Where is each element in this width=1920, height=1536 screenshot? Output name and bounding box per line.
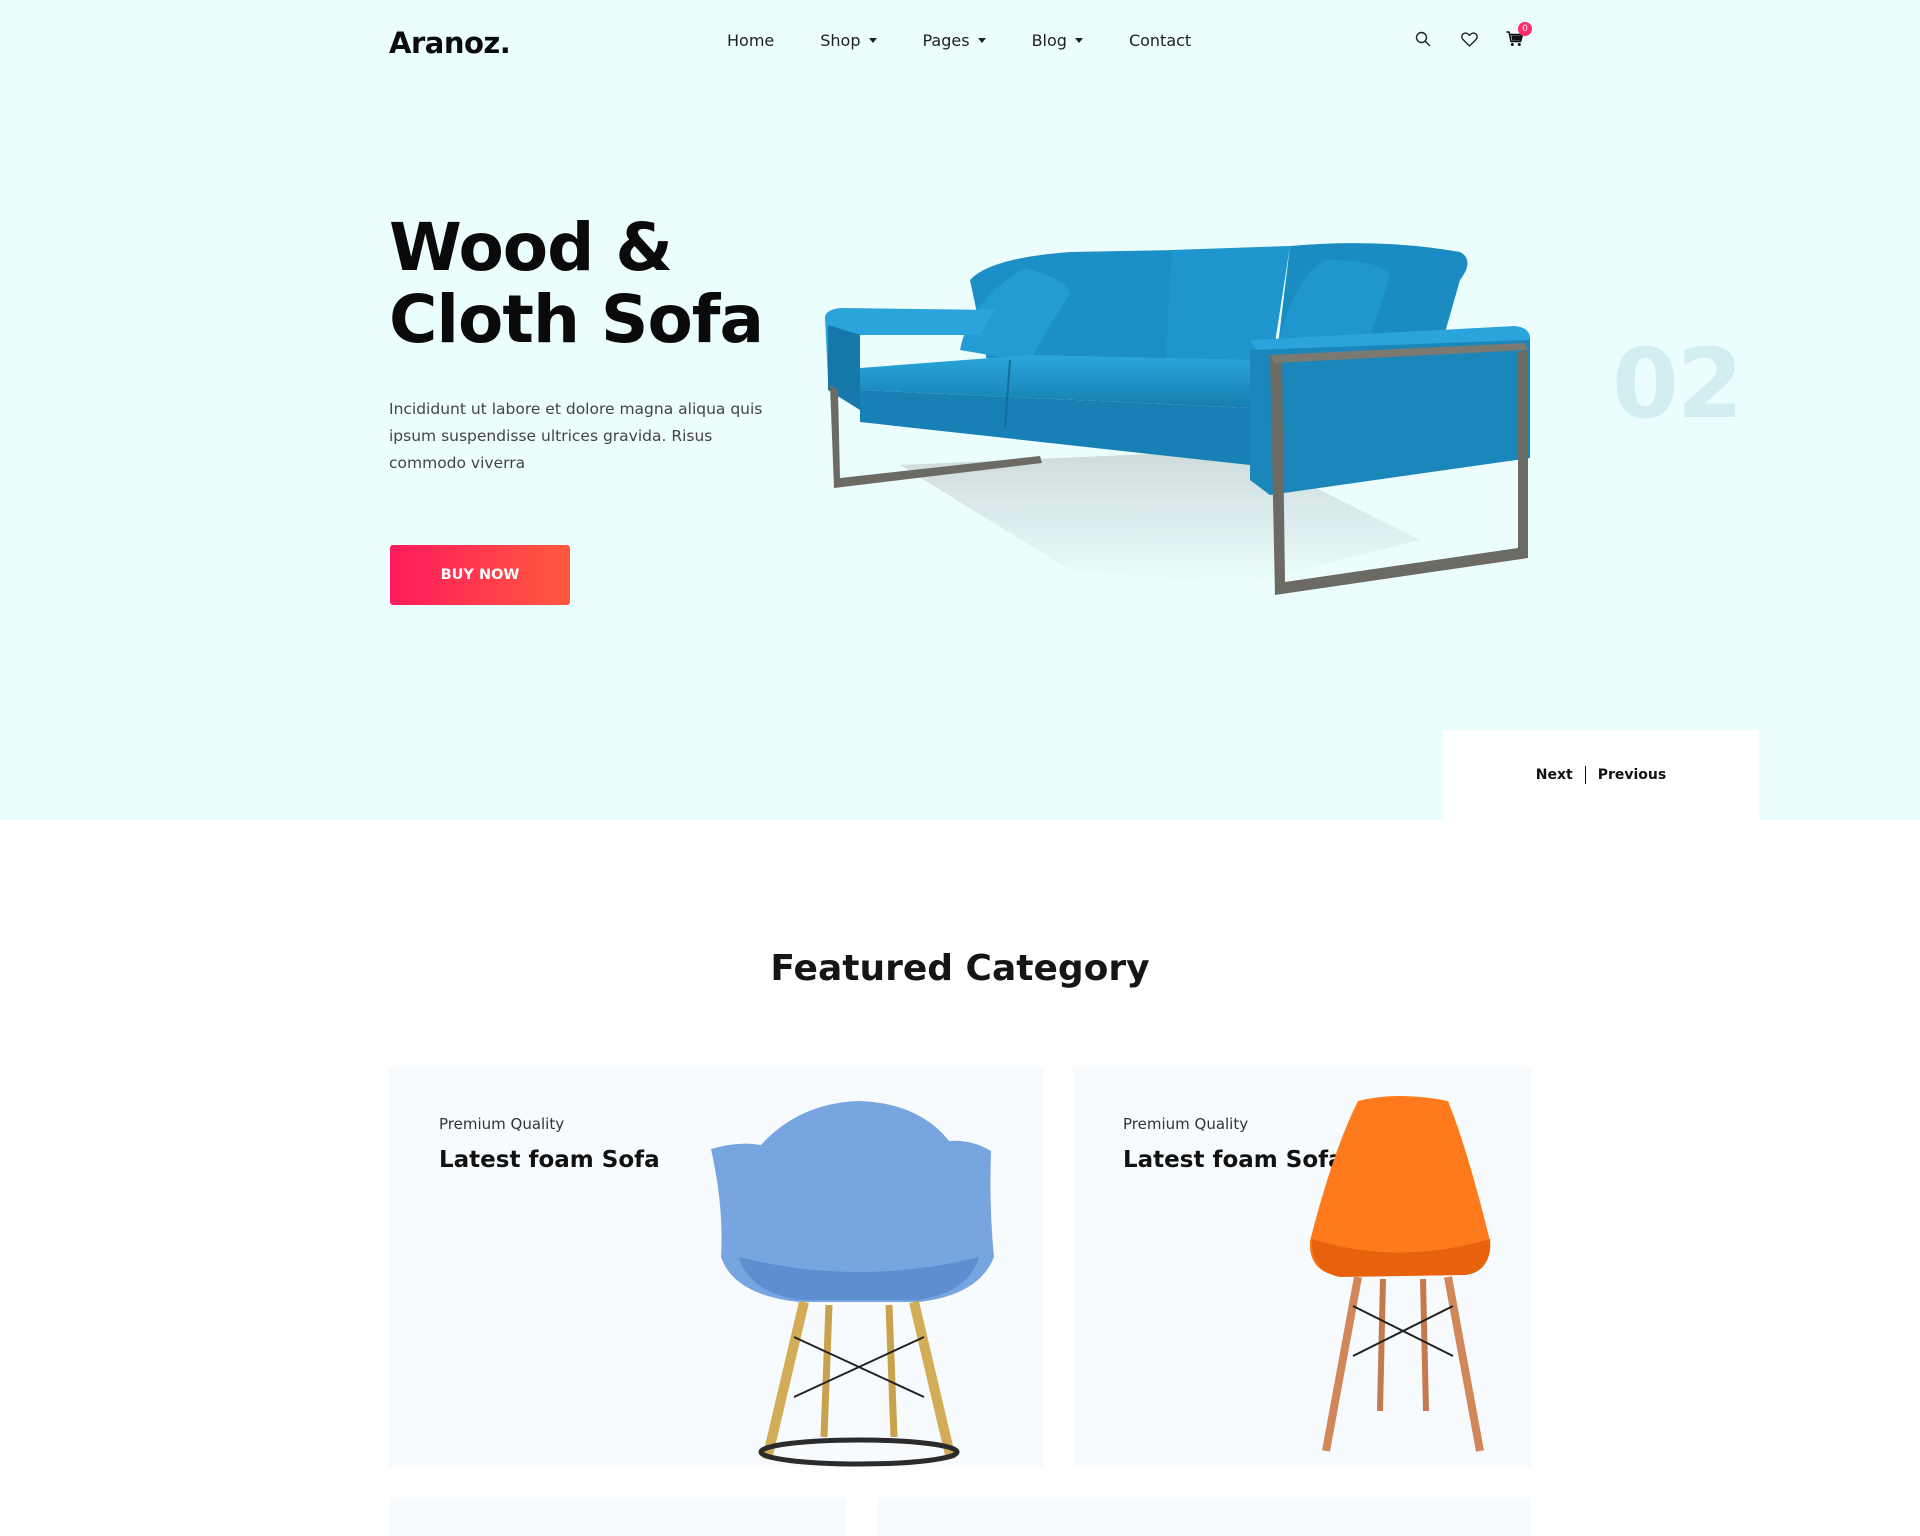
buy-now-button[interactable]: BUY NOW bbox=[390, 545, 570, 605]
nav-home[interactable]: Home bbox=[727, 31, 774, 50]
nav-pages[interactable]: Pages bbox=[923, 31, 986, 50]
hero-title-line-2: Cloth Sofa bbox=[389, 281, 764, 358]
nav-shop-label: Shop bbox=[820, 31, 861, 50]
caret-down-icon bbox=[868, 38, 877, 43]
site-logo[interactable]: Aranoz. bbox=[389, 26, 511, 60]
nav-blog-label: Blog bbox=[1031, 31, 1067, 50]
category-card[interactable] bbox=[877, 1497, 1531, 1536]
caret-down-icon bbox=[977, 38, 986, 43]
caret-down-icon bbox=[1074, 38, 1083, 43]
cart-count-badge: 0 bbox=[1518, 22, 1532, 36]
orange-chair-image bbox=[1309, 1096, 1491, 1452]
blue-chair-image bbox=[711, 1101, 994, 1467]
search-icon[interactable] bbox=[1412, 28, 1434, 50]
nav-blog[interactable]: Blog bbox=[1032, 31, 1083, 50]
category-card[interactable]: Premium Quality Latest foam Sofa bbox=[1073, 1067, 1531, 1467]
category-card[interactable] bbox=[389, 1497, 847, 1536]
card-title: Latest foam Sofa bbox=[439, 1147, 660, 1173]
hero-title: Wood & Cloth Sofa bbox=[389, 209, 764, 358]
nav-shop[interactable]: Shop bbox=[820, 31, 877, 50]
header-actions: 0 bbox=[1412, 22, 1550, 50]
nav-contact-label: Contact bbox=[1128, 31, 1192, 50]
nav-pages-label: Pages bbox=[922, 31, 970, 50]
main-nav: Home Shop Pages Blog Contact bbox=[727, 31, 1237, 50]
nav-contact[interactable]: Contact bbox=[1129, 31, 1191, 50]
hero-title-line-1: Wood & bbox=[389, 209, 673, 286]
nav-home-label: Home bbox=[727, 31, 775, 50]
featured-category-title: Featured Category bbox=[770, 948, 1150, 989]
sofa-image bbox=[825, 243, 1531, 595]
hero-description: Incididunt ut labore et dolore magna ali… bbox=[389, 400, 763, 472]
card-eyebrow: Premium Quality bbox=[439, 1115, 565, 1133]
nav-divider bbox=[1584, 766, 1586, 784]
card-eyebrow: Premium Quality bbox=[1123, 1115, 1249, 1133]
cart-icon[interactable]: 0 bbox=[1504, 22, 1532, 50]
slide-number: 02 bbox=[1612, 328, 1744, 440]
category-card[interactable]: Premium Quality Latest foam Sofa bbox=[389, 1067, 1043, 1467]
next-button[interactable]: Next bbox=[1536, 767, 1573, 783]
slider-navigation: Next Previous bbox=[1443, 730, 1759, 820]
heart-icon[interactable] bbox=[1458, 28, 1480, 50]
previous-button[interactable]: Previous bbox=[1598, 767, 1667, 783]
